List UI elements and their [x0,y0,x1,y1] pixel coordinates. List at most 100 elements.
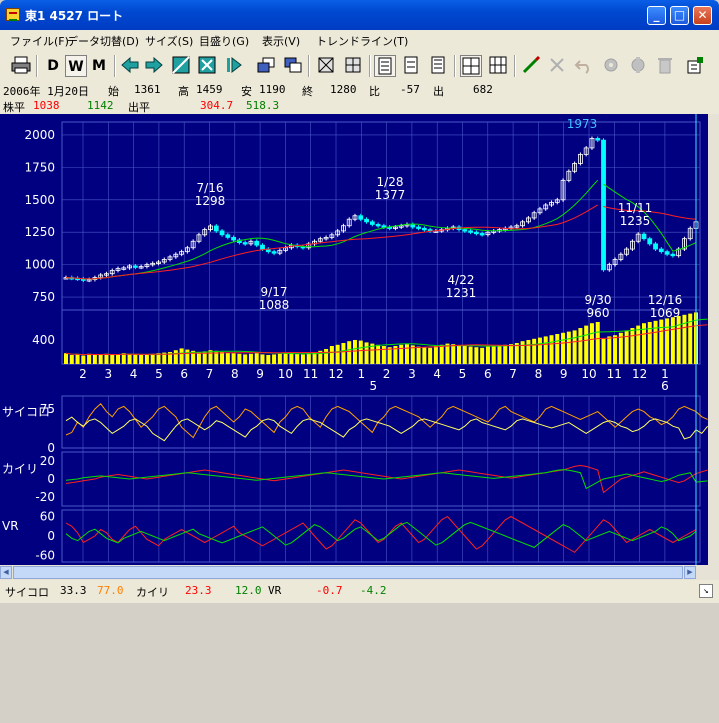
horizontal-scrollbar[interactable]: ◀ ▶ [0,565,708,580]
chart-area[interactable]: 2000 1750 1500 1250 1000 750 2 3 4 5 6 7 8 9 10 11 12 1 2 3… [0,114,708,580]
average-info-bar: 株平 1038 1142 出平 304.7 518.3 [0,98,719,114]
daily-button[interactable]: D [42,55,64,77]
scroll-left-arrow[interactable]: ◀ [0,566,12,579]
undo-icon[interactable] [573,55,595,77]
candle-body [260,244,265,250]
jump-end-icon[interactable] [224,55,246,77]
trash-icon[interactable] [654,55,676,77]
month-tick-label: 10 [278,367,293,381]
title-bar[interactable]: 東1 4527 ロート _ □ ✕ [0,0,719,30]
volume-bar [537,337,542,364]
layout-two-icon[interactable] [400,55,422,77]
eraser-icon[interactable] [546,55,568,77]
candle-body [364,218,369,223]
annotation-date: 12/16 [648,293,683,307]
arrow-left-icon[interactable] [119,55,141,77]
status-psy-label: サイコロ [5,586,49,599]
volume-bar [462,346,467,364]
compress-icon[interactable] [170,55,192,77]
volume-bar [69,355,74,364]
annotation-value: 1235 [620,214,651,228]
volume-bar [509,344,514,364]
indicator-tick-label: 20 [40,454,55,468]
volume-bar [248,353,253,364]
scroll-right-arrow[interactable]: ▶ [684,566,696,579]
volume-bar [503,344,508,364]
candle-body [421,227,427,231]
price-tick-label: 1250 [24,225,55,239]
expand-icon[interactable] [196,55,218,77]
volume-bar [220,352,225,364]
candle-body [381,225,387,228]
volume-bar [636,325,641,364]
volume-bar [358,340,363,364]
window-cascade-icon[interactable] [255,55,277,77]
app-icon[interactable] [6,8,20,21]
volume-bar [364,342,369,364]
close-button[interactable]: ✕ [693,6,712,25]
month-tick-label: 9 [560,367,568,381]
volume-bar [670,317,675,364]
gear-settings-icon[interactable] [627,55,649,77]
info-volume-label: 出 [433,85,444,98]
stock-chart[interactable]: 200017501500125010007502 3 4 5 6 7 8 9 10 11 12 1 2 3… [0,114,708,565]
candle-body [473,231,479,235]
split-mode-icon[interactable] [342,55,364,77]
info-high: 1459 [196,83,223,96]
monthly-button[interactable]: M [88,55,110,77]
grid-fine-icon[interactable] [487,55,509,77]
layout-three-icon[interactable] [427,55,449,77]
volume-bar [428,347,433,364]
volume-bar [566,331,571,364]
volume-bar [295,353,300,364]
gear-icon[interactable] [600,55,622,77]
info-low: 1190 [259,83,286,96]
status-psy1: 33.3 [60,584,87,597]
volume-bar [543,336,548,364]
window-title: 東1 4527 ロート [25,9,124,23]
stock-icon[interactable] [684,55,706,77]
window-tile-icon[interactable] [282,55,304,77]
volume-bar [139,355,144,364]
menu-data-switch[interactable]: データ切替(D) [67,33,139,49]
status-kairi-label: カイリ [136,586,169,599]
menu-scale[interactable]: 目盛り(G) [199,33,249,49]
vertical-scrollbar[interactable] [708,114,719,580]
price-tick-label: 2000 [24,128,55,142]
volume-bar [433,346,438,364]
menu-size[interactable]: サイズ(S) [145,33,193,49]
price-tick-label: 750 [32,290,55,304]
toolbar-separator [514,55,516,77]
volume-bar [514,343,519,364]
volume-bar [555,334,560,364]
price-tick-label: 1500 [24,193,55,207]
grid-icon[interactable] [460,55,482,77]
maximize-button[interactable]: □ [670,6,689,25]
weekly-button[interactable]: W [65,55,87,77]
info-vol-avg1: 304.7 [200,99,234,112]
indicator-name-label: サイコロ [2,405,50,419]
candle-mode-icon[interactable] [315,55,337,77]
menu-trendline[interactable]: トレンドライン(T) [316,33,408,49]
info-open: 1361 [134,83,161,96]
resize-grip-icon[interactable]: ↘ [699,584,713,598]
vr-panel [61,509,701,563]
printer-icon[interactable] [10,55,32,77]
status-kairi2: 12.0 [235,584,262,597]
price-tick-label: 1000 [24,258,55,272]
status-psy2: 77.0 [97,584,124,597]
layout-one-icon[interactable] [374,55,396,77]
volume-bar [381,346,386,364]
annotation-date: 9/30 [585,293,612,307]
menu-view[interactable]: 表示(V) [262,33,300,49]
minimize-button[interactable]: _ [647,6,666,25]
arrow-right-icon[interactable] [143,55,165,77]
price-tick-label: 1750 [24,160,55,174]
scroll-thumb[interactable] [13,566,683,579]
status-vr1: -0.7 [316,584,343,597]
menu-file[interactable]: ファイル(F) [10,33,69,49]
pen-icon[interactable] [520,55,542,77]
candle-body [369,221,375,225]
volume-bar [624,330,629,364]
volume-bar [474,347,479,364]
